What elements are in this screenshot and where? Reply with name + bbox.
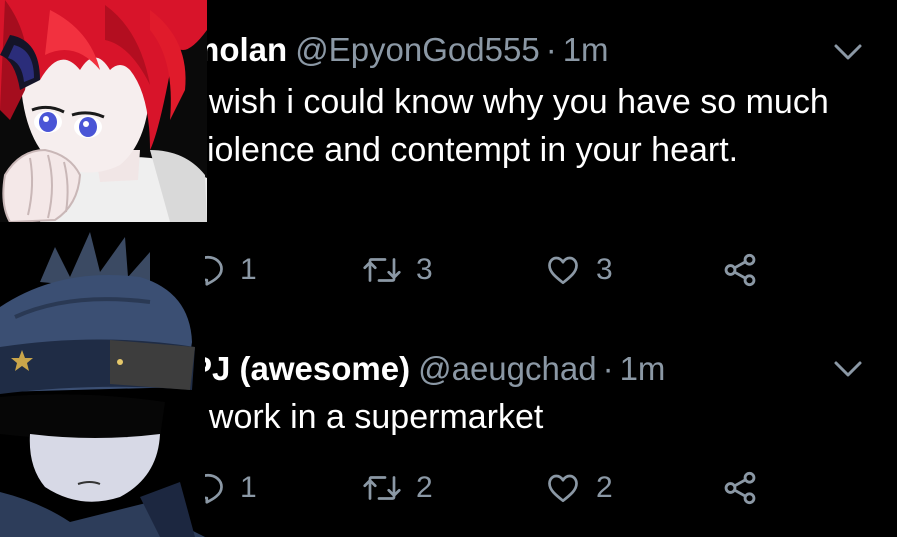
chevron-down-icon[interactable] bbox=[828, 349, 868, 389]
chevron-down-icon[interactable] bbox=[828, 32, 868, 72]
separator-dot: · bbox=[545, 31, 557, 68]
tweet-text: I work in a supermarket bbox=[190, 398, 544, 436]
share-button[interactable] bbox=[720, 250, 760, 290]
heart-icon bbox=[548, 474, 578, 503]
retweet-icon bbox=[363, 258, 401, 282]
separator-dot: · bbox=[602, 350, 614, 387]
retweet-button[interactable]: 2 bbox=[362, 468, 433, 508]
retweet-count: 3 bbox=[416, 253, 433, 286]
tweet-actions: 1 3 3 bbox=[190, 250, 770, 290]
share-button[interactable] bbox=[720, 468, 760, 508]
user-handle[interactable]: @aeugchad bbox=[418, 350, 596, 387]
display-name[interactable]: PJ (awesome) bbox=[190, 350, 410, 387]
tweet-header: molan @EpyonGod555 · 1m bbox=[190, 30, 609, 70]
timestamp[interactable]: 1m bbox=[620, 350, 666, 387]
retweet-button[interactable]: 3 bbox=[362, 250, 433, 290]
reply-count: 1 bbox=[240, 471, 257, 504]
reply-count: 1 bbox=[240, 253, 257, 286]
like-count: 3 bbox=[596, 253, 613, 286]
like-button[interactable]: 2 bbox=[544, 468, 613, 508]
red-haired-character-illustration bbox=[0, 0, 207, 222]
share-icon bbox=[724, 471, 756, 505]
share-icon bbox=[724, 253, 756, 287]
like-button[interactable]: 3 bbox=[544, 250, 613, 290]
heart-icon bbox=[548, 256, 578, 285]
tweet-text: I wish i could know why you have so much… bbox=[190, 83, 829, 169]
user-handle[interactable]: @EpyonGod555 bbox=[295, 31, 540, 68]
retweet-count: 2 bbox=[416, 471, 433, 504]
like-count: 2 bbox=[596, 471, 613, 504]
avatar[interactable] bbox=[0, 0, 207, 222]
cap-character-illustration bbox=[0, 222, 205, 537]
tweet-actions: 1 2 2 bbox=[190, 468, 770, 508]
retweet-icon bbox=[363, 476, 401, 500]
timestamp[interactable]: 1m bbox=[563, 31, 609, 68]
tweet-header: PJ (awesome) @aeugchad · 1m bbox=[190, 349, 665, 389]
avatar[interactable] bbox=[0, 222, 205, 537]
